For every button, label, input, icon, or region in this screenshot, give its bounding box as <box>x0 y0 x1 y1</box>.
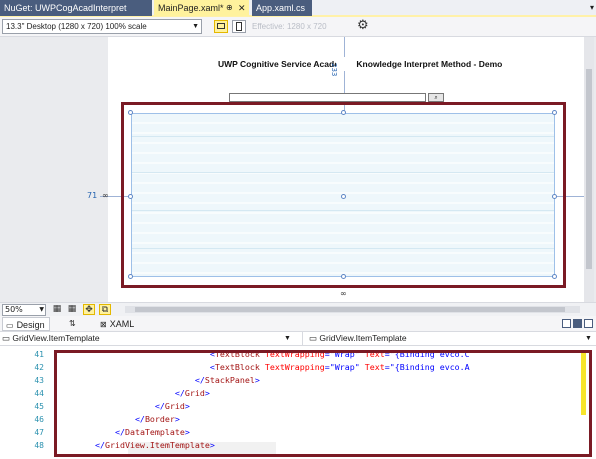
chevron-down-icon: ▼ <box>284 335 291 342</box>
pin-icon[interactable]: ⊕ <box>226 0 233 16</box>
landscape-icon <box>217 23 225 29</box>
snap-lines-icon[interactable]: ⧉ <box>99 304 111 315</box>
chevron-down-icon: ▼ <box>585 335 592 342</box>
element-navigator-left[interactable]: ▭ GridView.ItemTemplate ▼ <box>2 332 292 345</box>
search-input[interactable] <box>229 93 426 102</box>
line-number: 45 <box>34 402 44 411</box>
effective-size-label: Effective: 1280 x 720 <box>252 22 327 31</box>
line-number: 42 <box>34 363 44 372</box>
artboard-icon[interactable]: ✥ <box>83 304 95 315</box>
design-surface[interactable]: UWP Cognitive Service Acader Knowledge I… <box>0 37 596 302</box>
snap-grid-icon[interactable]: ▦ <box>66 304 78 315</box>
vertical-split-button[interactable] <box>562 319 571 328</box>
element-navigator-right[interactable]: ▭ GridView.ItemTemplate ▼ <box>302 332 594 345</box>
line-number: 44 <box>34 389 44 398</box>
view-toggle-bar: ▭ Design ⇅ ⊠ XAML <box>0 316 596 332</box>
tab-overflow-icon[interactable]: ▾ <box>590 0 594 16</box>
search-icon: ⌕ <box>434 94 438 101</box>
line-number: 48 <box>34 441 44 450</box>
line-number: 46 <box>34 415 44 424</box>
tab-label: Design <box>16 320 45 330</box>
tab-label: XAML <box>109 319 135 329</box>
grid-toggle-icon[interactable]: ▦ <box>51 304 63 315</box>
xaml-code-editor[interactable]: <TextBlock TextWrapping="Wrap" Text="{Bi… <box>0 347 596 459</box>
document-tab-bar: NuGet: UWPCogAcadInterpret MainPage.xaml… <box>0 0 596 17</box>
xaml-view-icon: ⊠ <box>100 320 107 329</box>
portrait-orientation-button[interactable] <box>232 20 246 33</box>
line-number: 43 <box>34 376 44 385</box>
vertical-scrollbar[interactable] <box>584 37 594 302</box>
tab-app-xaml-cs[interactable]: App.xaml.cs <box>252 0 312 16</box>
close-icon[interactable]: ✕ <box>238 0 246 16</box>
device-select-value: 13.3" Desktop (1280 x 720) 100% scale <box>6 22 147 31</box>
chevron-down-icon: ▼ <box>192 23 199 30</box>
xaml-navigation-bar: ▭ GridView.ItemTemplate ▼ ▭ GridView.Ite… <box>0 332 596 346</box>
left-margin-value: 71 <box>87 191 98 200</box>
design-view-icon: ▭ <box>6 321 14 330</box>
gridview-icon: ▭ <box>309 333 320 343</box>
tab-label: MainPage.xaml* <box>158 3 224 13</box>
guide-label-backdrop <box>336 57 350 71</box>
scrollbar-thumb[interactable] <box>135 307 565 312</box>
horizontal-scrollbar[interactable] <box>125 306 580 313</box>
tab-label: NuGet: UWPCogAcadInterpret <box>4 3 127 13</box>
landscape-orientation-button[interactable] <box>214 20 228 33</box>
device-select[interactable]: 13.3" Desktop (1280 x 720) 100% scale ▼ <box>2 19 202 34</box>
app-title: UWP Cognitive Service Acader Knowledge I… <box>218 59 503 69</box>
collapse-pane-button[interactable] <box>584 319 593 328</box>
guide-distance-label: 233 <box>330 63 338 77</box>
tab-nuget[interactable]: NuGet: UWPCogAcadInterpret <box>0 0 152 16</box>
zoom-select[interactable]: 50% ▼ <box>2 304 46 316</box>
portrait-icon <box>236 22 242 31</box>
zoom-value: 50% <box>5 305 23 314</box>
scrollbar-thumb[interactable] <box>586 69 592 269</box>
tab-mainpage-xaml[interactable]: MainPage.xaml* ⊕ ✕ <box>154 0 249 16</box>
designer-toolbar: 13.3" Desktop (1280 x 720) 100% scale ▼ … <box>0 17 596 37</box>
margin-link-icon[interactable]: ∞ <box>102 191 109 200</box>
horizontal-split-button[interactable] <box>573 319 582 328</box>
gear-icon[interactable]: ⚙ <box>357 18 369 33</box>
code-selection-highlight <box>54 350 592 457</box>
tab-xaml[interactable]: ⊠ XAML <box>97 317 137 331</box>
chevron-down-icon: ▼ <box>39 306 44 313</box>
line-number: 41 <box>34 350 44 359</box>
tab-label: App.xaml.cs <box>256 3 306 13</box>
swap-panes-icon[interactable]: ⇅ <box>66 317 79 331</box>
line-number: 47 <box>34 428 44 437</box>
gridview-icon: ▭ <box>2 333 13 343</box>
search-button[interactable]: ⌕ <box>428 93 444 102</box>
bottom-margin-link-icon[interactable]: ∞ <box>340 289 347 298</box>
selection-highlight <box>121 102 566 288</box>
zoom-bar: 50% ▼ ▦ ▦ ✥ ⧉ <box>0 302 596 316</box>
tab-design[interactable]: ▭ Design <box>2 317 50 331</box>
